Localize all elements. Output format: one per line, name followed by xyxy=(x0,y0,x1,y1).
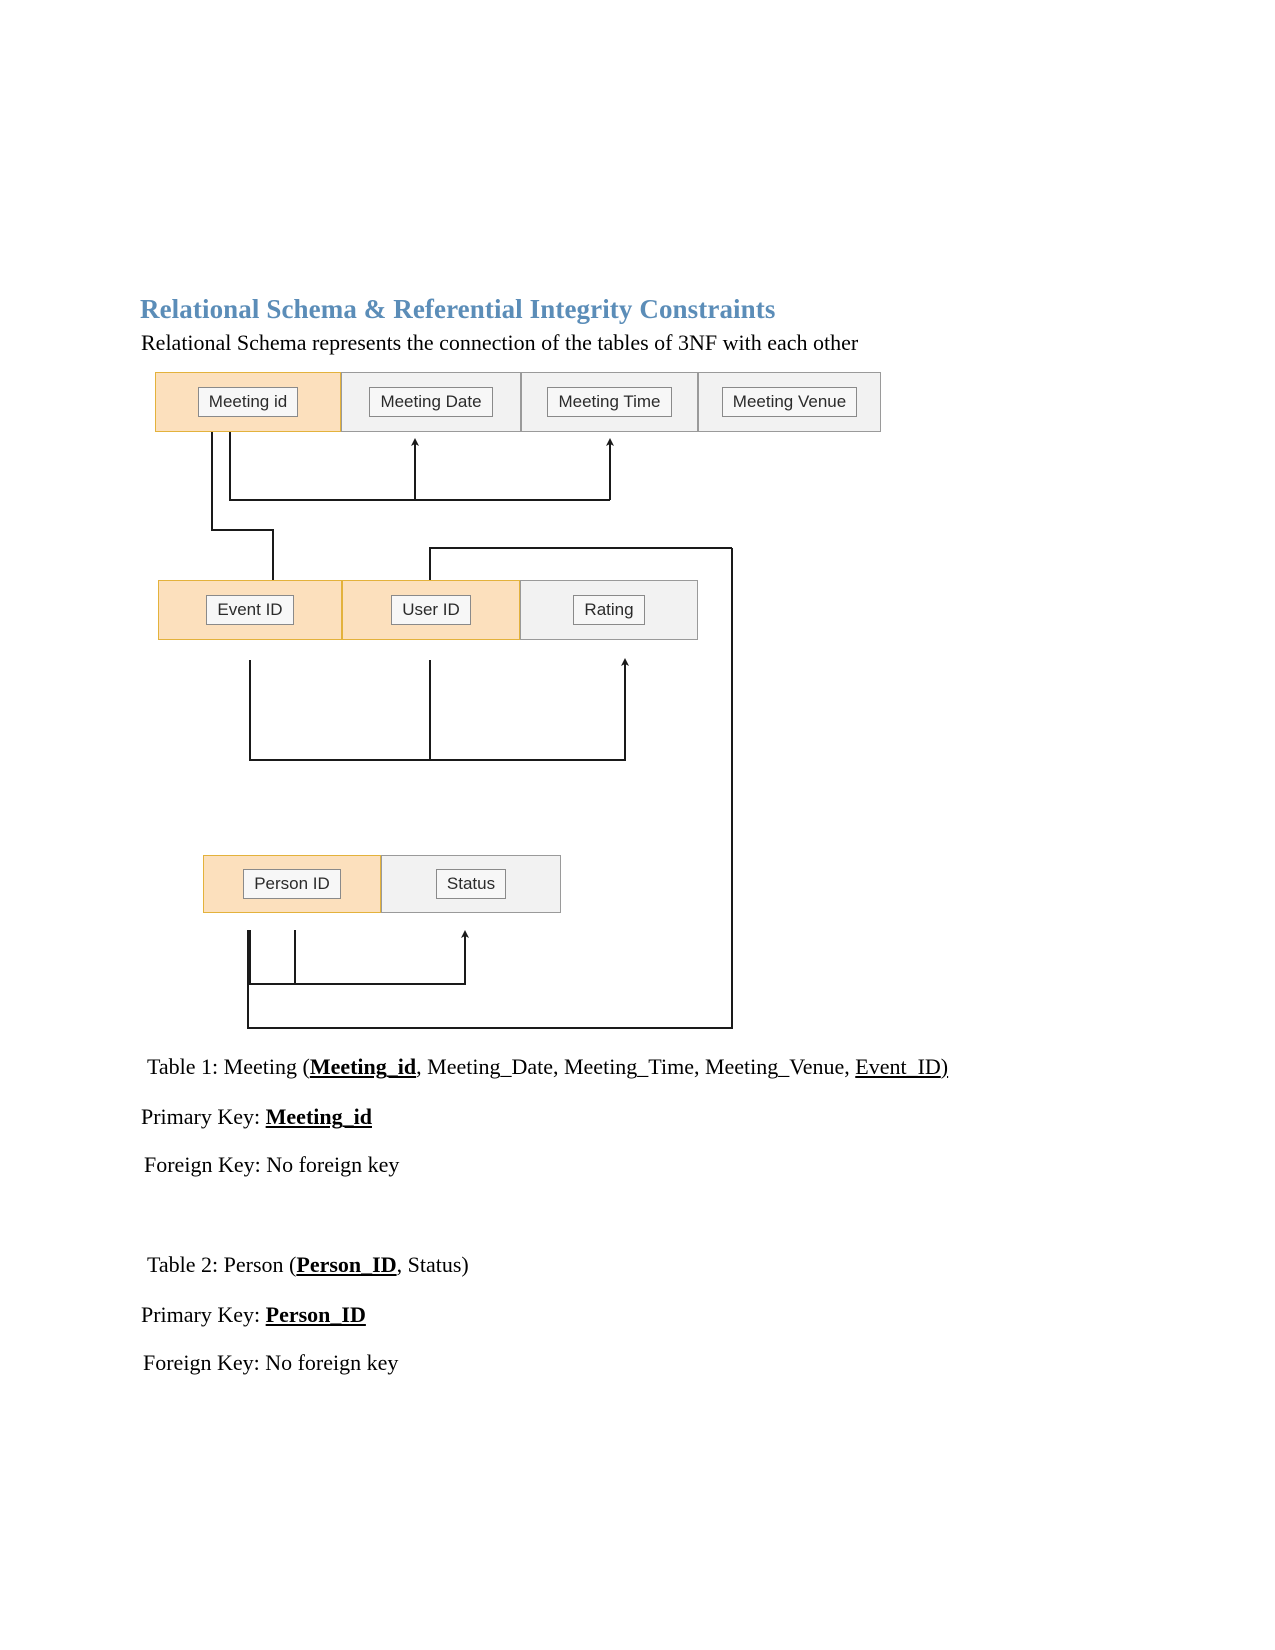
attribute-label: User ID xyxy=(391,595,471,625)
table-2-foreign-key-line: Foreign Key: No foreign key xyxy=(143,1350,398,1376)
foreign-key-label: Foreign Key: xyxy=(143,1350,266,1375)
table-1-suffix: ) xyxy=(940,1054,949,1079)
rating-relation: Event ID User ID Rating xyxy=(158,580,698,640)
connector-meeting-id-bus xyxy=(229,432,610,501)
document-page: Relational Schema & Referential Integrit… xyxy=(0,0,1275,1650)
rating-relation-cell-rating: Rating xyxy=(520,580,698,640)
foreign-key-value: No foreign key xyxy=(266,1152,400,1177)
attribute-label: Meeting Time xyxy=(547,387,672,417)
table-2-attributes: , Status xyxy=(396,1252,462,1277)
connector-person-to-status xyxy=(249,930,469,985)
meeting-relation: Meeting id Meeting Date Meeting Time Mee… xyxy=(155,372,881,432)
table-1-prefix: Table 1: Meeting ( xyxy=(147,1054,310,1079)
rating-relation-cell-user-id: User ID xyxy=(342,580,520,640)
page-subtitle: Relational Schema represents the connect… xyxy=(141,330,859,355)
foreign-key-label: Foreign Key: xyxy=(144,1152,267,1177)
foreign-key-value: No foreign key xyxy=(265,1350,399,1375)
rating-relation-cell-event-id: Event ID xyxy=(158,580,342,640)
primary-key-label: Primary Key: xyxy=(141,1104,266,1129)
meeting-relation-cell-meeting-venue: Meeting Venue xyxy=(698,372,881,432)
meeting-relation-cell-meeting-id: Meeting id xyxy=(155,372,341,432)
relational-schema-diagram: Meeting id Meeting Date Meeting Time Mee… xyxy=(140,360,1040,1040)
page-title: Relational Schema & Referential Integrit… xyxy=(140,294,776,324)
person-relation-cell-status: Status xyxy=(381,855,561,913)
attribute-label: Person ID xyxy=(243,869,341,899)
connector-rating-bus xyxy=(249,658,629,761)
table-1-attributes: , Meeting_Date, Meeting_Time, Meeting_Ve… xyxy=(416,1054,856,1079)
table-2-primary-key: Person_ID xyxy=(296,1252,397,1277)
primary-key-value: Person_ID xyxy=(265,1302,366,1327)
person-relation-cell-person-id: Person ID xyxy=(203,855,381,913)
meeting-relation-cell-meeting-date: Meeting Date xyxy=(341,372,521,432)
primary-key-value: Meeting_id xyxy=(265,1104,372,1129)
table-1-primary-key-line: Primary Key: Meeting_id xyxy=(141,1104,372,1130)
primary-key-label: Primary Key: xyxy=(141,1302,266,1327)
table-1-definition: Table 1: Meeting (Meeting_id, Meeting_Da… xyxy=(147,1054,948,1080)
attribute-label: Status xyxy=(435,869,507,899)
table-2-primary-key-line: Primary Key: Person_ID xyxy=(141,1302,366,1328)
attribute-label: Meeting id xyxy=(197,387,299,417)
meeting-relation-cell-meeting-time: Meeting Time xyxy=(521,372,698,432)
person-relation: Person ID Status xyxy=(203,855,561,913)
table-2-definition: Table 2: Person (Person_ID, Status) xyxy=(147,1252,469,1278)
attribute-label: Event ID xyxy=(206,595,294,625)
table-1-foreign-key-ref: Event_ID xyxy=(855,1054,941,1079)
table-1-foreign-key-line: Foreign Key: No foreign key xyxy=(144,1152,399,1178)
table-1-primary-key: Meeting_id xyxy=(309,1054,417,1079)
attribute-label: Meeting Venue xyxy=(721,387,858,417)
table-2-prefix: Table 2: Person ( xyxy=(147,1252,297,1277)
table-2-suffix: ) xyxy=(461,1252,469,1277)
attribute-label: Rating xyxy=(573,595,645,625)
schema-connectors xyxy=(211,432,733,1029)
attribute-label: Meeting Date xyxy=(369,387,493,417)
